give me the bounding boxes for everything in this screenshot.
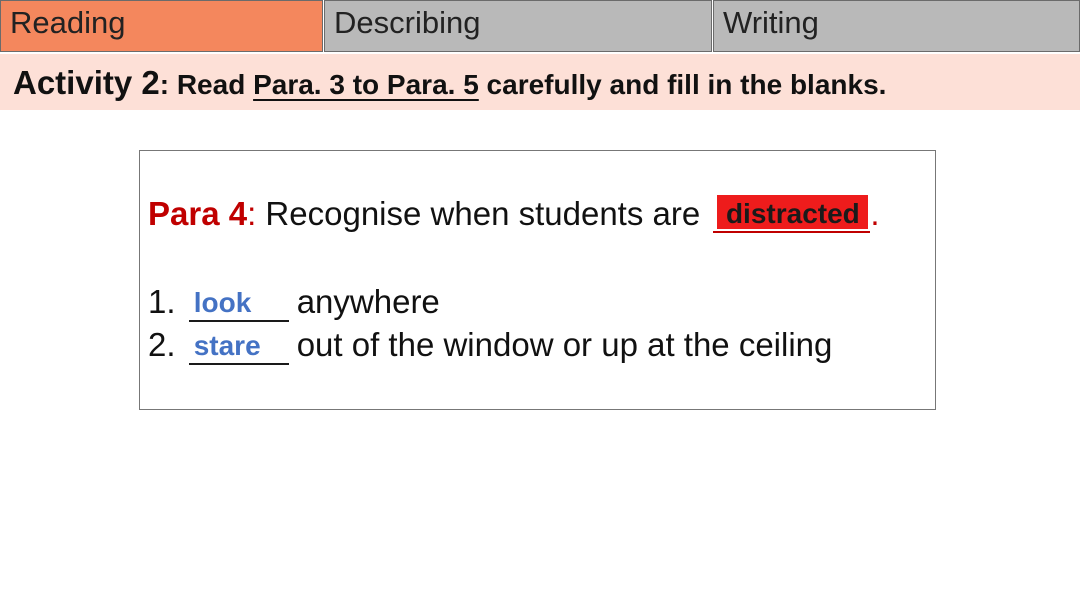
tab-reading[interactable]: Reading xyxy=(0,0,323,52)
answer-text: look xyxy=(193,287,252,318)
item-number: 1. xyxy=(148,283,176,320)
item-text: anywhere xyxy=(296,283,440,320)
answer-blank-main[interactable]: distracted xyxy=(713,195,871,233)
answer-blank[interactable]: stare xyxy=(188,326,289,365)
item-text: out of the window or up at the ceiling xyxy=(296,326,833,363)
tab-bar: Reading Describing Writing xyxy=(0,0,1080,54)
list-item: 2. stare out of the window or up at the c… xyxy=(148,326,833,365)
para-colon: : xyxy=(247,195,257,232)
exercise-card: Para 4: Recognise when students are dist… xyxy=(139,150,936,410)
blank-underline xyxy=(188,320,289,322)
activity-banner: Activity 2: Read Para. 3 to Para. 5 care… xyxy=(0,54,1080,110)
tab-writing[interactable]: Writing xyxy=(713,0,1080,52)
para-label: Para 4 xyxy=(148,195,248,232)
instruction-prefix: : Read xyxy=(159,69,254,100)
blank-underline xyxy=(188,363,289,365)
instruction-suffix: carefully and fill in the blanks. xyxy=(478,69,887,100)
blank-underline xyxy=(713,231,871,233)
para-sentence: Recognise when students are xyxy=(256,195,710,232)
sentence-period: . xyxy=(870,195,880,232)
list-item: 1. look anywhere xyxy=(148,283,440,322)
answer-blank[interactable]: look xyxy=(188,283,289,322)
answer-text: stare xyxy=(193,330,261,361)
item-number: 2. xyxy=(148,326,176,363)
activity-title: Activity 2 xyxy=(13,64,160,101)
para-line: Para 4: Recognise when students are dist… xyxy=(148,195,880,233)
instruction-range: Para. 3 to Para. 5 xyxy=(253,69,479,100)
tab-describing[interactable]: Describing xyxy=(324,0,712,52)
answer-distracted: distracted xyxy=(717,195,869,229)
